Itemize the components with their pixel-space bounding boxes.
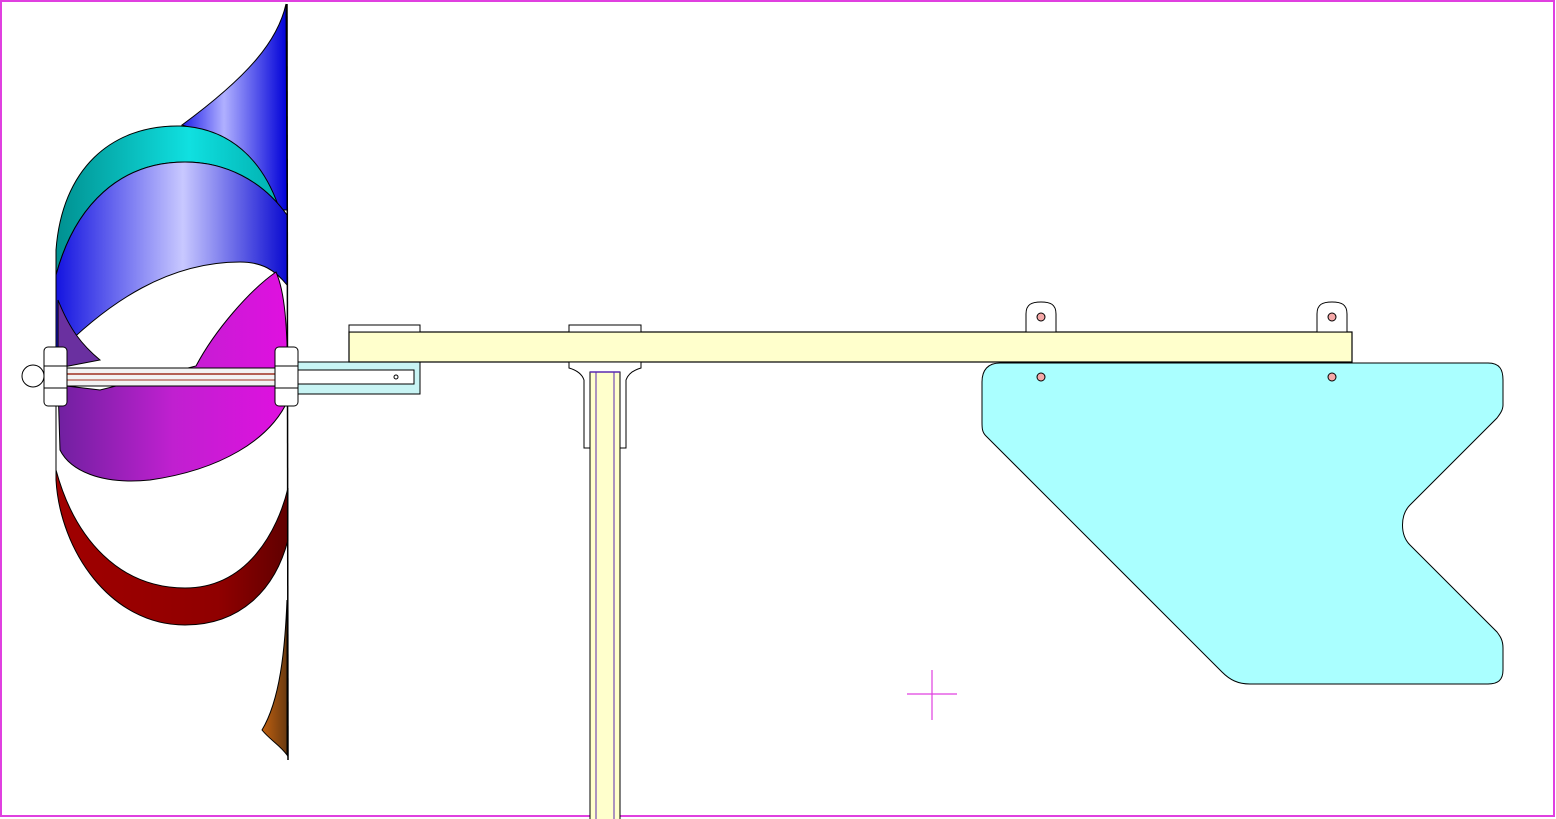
shaft-bracket[interactable] — [297, 361, 421, 395]
vane-hole-front — [1036, 372, 1046, 382]
left-bearing-hub — [43, 346, 68, 407]
wind-turbine-drawing — [0, 0, 1555, 819]
blade-lower-brown — [261, 599, 288, 757]
boom-end-cap — [348, 324, 421, 333]
tail-vane[interactable] — [981, 362, 1504, 685]
tail-vane-plate — [981, 362, 1504, 685]
mast-pole — [589, 371, 621, 819]
crosshair-cursor-icon — [907, 670, 957, 720]
shaft-end-cap — [21, 364, 45, 388]
bracket-bolt — [393, 374, 399, 380]
blade-lower-red — [55, 469, 289, 626]
tab-hole-front — [1036, 312, 1046, 322]
savonius-rotor[interactable] — [21, 3, 299, 761]
cad-drawing-canvas[interactable] — [0, 0, 1556, 819]
mast-top-cap — [568, 324, 642, 333]
tab-hole-rear — [1327, 312, 1337, 322]
mast[interactable] — [568, 361, 642, 819]
vane-hole-rear — [1327, 372, 1337, 382]
boom-arm[interactable] — [348, 301, 1353, 363]
rotor-shaft — [65, 367, 283, 387]
right-bearing-hub — [274, 346, 299, 407]
boom-beam — [348, 331, 1353, 363]
